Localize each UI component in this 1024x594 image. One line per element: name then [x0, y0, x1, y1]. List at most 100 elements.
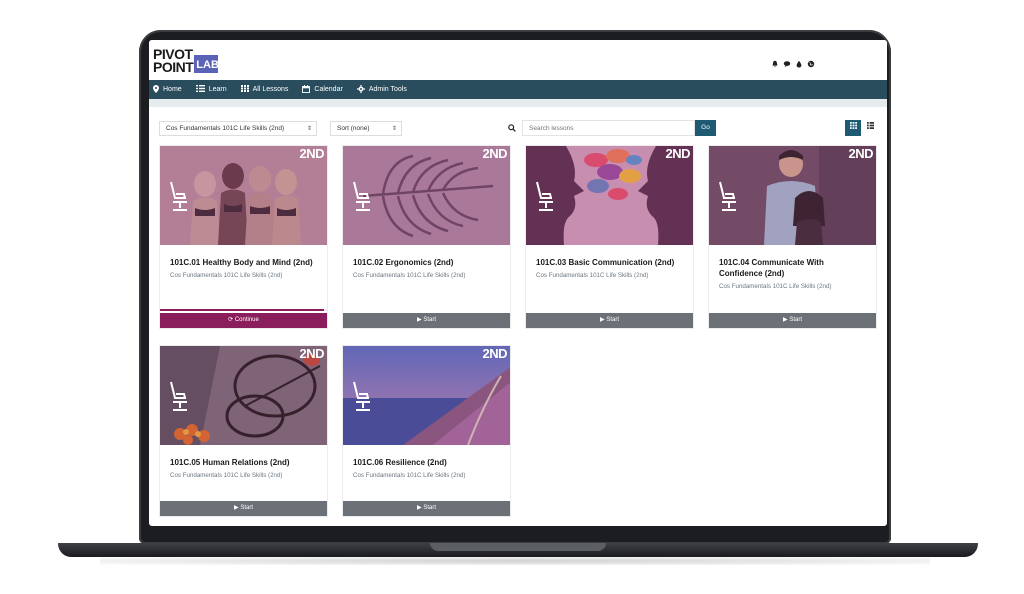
app-screen: PIVOT POINT LAB Home Learn All Lessons C… [149, 40, 887, 526]
bell-icon[interactable] [771, 60, 779, 68]
logo[interactable]: PIVOT POINT LAB [153, 47, 219, 75]
course-select[interactable]: Cos Fundamentals 101C Life Skills (2nd) … [159, 121, 317, 136]
grid-view-button[interactable] [845, 120, 861, 136]
nav-admin-tools[interactable]: Admin Tools [356, 84, 407, 95]
start-button-label: Start [423, 317, 436, 323]
search-icon [508, 124, 516, 134]
start-button[interactable]: ▶ Start [709, 313, 876, 328]
lesson-card[interactable]: 2ND 101C.01 Healthy Body and Mind (2nd) … [159, 145, 328, 329]
lesson-course: Cos Fundamentals 101C Life Skills (2nd) [536, 272, 649, 279]
lesson-course: Cos Fundamentals 101C Life Skills (2nd) [170, 472, 283, 479]
lesson-card[interactable]: 2ND 101C.05 Human Relations (2nd) Cos Fu… [159, 345, 328, 517]
play-icon: ▶ [600, 317, 605, 323]
refresh-icon: ⟳ [228, 317, 234, 323]
edition-badge: 2ND [482, 146, 507, 161]
play-icon: ▶ [783, 317, 788, 323]
list-icon [866, 122, 874, 129]
lesson-card[interactable]: 2ND 101C.04 Communicate With Confidence … [708, 145, 877, 329]
salon-chair-icon [353, 381, 370, 411]
nav-underbar [149, 99, 887, 107]
lesson-card[interactable]: 2ND 101C.02 Ergonomics (2nd) Cos Fundame… [342, 145, 511, 329]
caret-updown-icon: ⇕ [306, 126, 312, 132]
edition-badge: 2ND [848, 146, 873, 161]
search-input[interactable] [522, 120, 695, 136]
nav-home[interactable]: Home [153, 84, 182, 95]
laptop-shadow [100, 557, 930, 565]
chat-icon[interactable] [783, 60, 791, 68]
lesson-card[interactable]: 2ND 101C.06 Resilience (2nd) Cos Fundame… [342, 345, 511, 517]
laptop-notch [430, 543, 606, 551]
map-marker-icon [153, 84, 159, 95]
course-select-value: Cos Fundamentals 101C Life Skills (2nd) [166, 125, 285, 132]
sort-select[interactable]: Sort (none) ⇕ [330, 121, 402, 136]
lesson-course: Cos Fundamentals 101C Life Skills (2nd) [353, 272, 466, 279]
gear-icon [356, 84, 365, 95]
go-button[interactable]: Go [695, 120, 716, 136]
lesson-thumbnail[interactable]: 2ND [343, 146, 510, 245]
nav-learn-label: Learn [208, 86, 227, 93]
play-icon: ▶ [417, 505, 422, 511]
nav-all-lessons-label: All Lessons [252, 86, 289, 93]
start-button-label: Start [606, 317, 619, 323]
sort-select-value: Sort (none) [337, 125, 370, 132]
main-nav: Home Learn All Lessons Calendar Admin To… [149, 80, 887, 99]
lesson-title[interactable]: 101C.03 Basic Communication (2nd) [526, 245, 693, 268]
start-button[interactable]: ▶ Start [526, 313, 693, 328]
lesson-thumbnail[interactable]: 2ND [160, 346, 327, 445]
salon-chair-icon [170, 181, 187, 211]
play-icon: ▶ [234, 505, 239, 511]
laptop-scene: PIVOT POINT LAB Home Learn All Lessons C… [0, 0, 1024, 594]
top-bar: PIVOT POINT LAB [149, 40, 887, 80]
lesson-thumbnail[interactable]: 2ND [343, 346, 510, 445]
start-button-label: Start [789, 317, 802, 323]
list-icon [195, 85, 205, 94]
edition-badge: 2ND [665, 146, 690, 161]
nav-home-label: Home [163, 86, 182, 93]
lesson-title[interactable]: 101C.02 Ergonomics (2nd) [343, 245, 510, 268]
start-button-label: Start [240, 505, 253, 511]
logo-line-2: POINT [153, 59, 194, 75]
lesson-thumbnail[interactable]: 2ND [526, 146, 693, 245]
drop-icon[interactable] [795, 60, 803, 68]
nav-calendar-label: Calendar [314, 86, 343, 93]
continue-button[interactable]: ⟳ Continue [160, 313, 327, 328]
lesson-title[interactable]: 101C.04 Communicate With Confidence (2nd… [709, 245, 876, 279]
lesson-thumbnail[interactable]: 2ND [709, 146, 876, 245]
start-button[interactable]: ▶ Start [343, 313, 510, 328]
edition-badge: 2ND [299, 146, 324, 161]
continue-button-label: Continue [234, 317, 259, 323]
salon-chair-icon [536, 181, 553, 211]
grid-icon [240, 85, 249, 94]
salon-chair-icon [353, 181, 370, 211]
lesson-course: Cos Fundamentals 101C Life Skills (2nd) [353, 472, 466, 479]
lesson-course: Cos Fundamentals 101C Life Skills (2nd) [719, 283, 832, 290]
grid-icon [849, 122, 857, 129]
start-button-label: Start [423, 505, 436, 511]
edition-badge: 2ND [482, 346, 507, 361]
caret-updown-icon: ⇕ [391, 126, 397, 132]
edition-badge: 2ND [299, 346, 324, 361]
salon-chair-icon [170, 381, 187, 411]
lesson-progress-fill [160, 309, 324, 311]
lesson-title[interactable]: 101C.06 Resilience (2nd) [343, 445, 510, 468]
salon-chair-icon [719, 181, 736, 211]
lesson-card[interactable]: 2ND 101C.03 Basic Communication (2nd) Co… [525, 145, 694, 329]
lesson-thumbnail[interactable]: 2ND [160, 146, 327, 245]
header-icons [771, 60, 815, 68]
play-icon: ▶ [417, 317, 422, 323]
lesson-course: Cos Fundamentals 101C Life Skills (2nd) [170, 272, 283, 279]
calendar-icon [302, 84, 311, 95]
lesson-toolbar: Cos Fundamentals 101C Life Skills (2nd) … [149, 107, 887, 139]
nav-calendar[interactable]: Calendar [302, 84, 343, 95]
globe-icon[interactable] [807, 60, 815, 68]
logo-lab: LAB [194, 55, 219, 73]
lesson-progress-bar [160, 309, 327, 311]
lesson-title[interactable]: 101C.01 Healthy Body and Mind (2nd) [160, 245, 327, 268]
nav-learn[interactable]: Learn [195, 85, 227, 94]
nav-all-lessons[interactable]: All Lessons [240, 85, 289, 94]
start-button[interactable]: ▶ Start [343, 501, 510, 516]
nav-admin-tools-label: Admin Tools [368, 86, 407, 93]
list-view-button[interactable] [863, 120, 877, 136]
lesson-title[interactable]: 101C.05 Human Relations (2nd) [160, 445, 327, 468]
start-button[interactable]: ▶ Start [160, 501, 327, 516]
